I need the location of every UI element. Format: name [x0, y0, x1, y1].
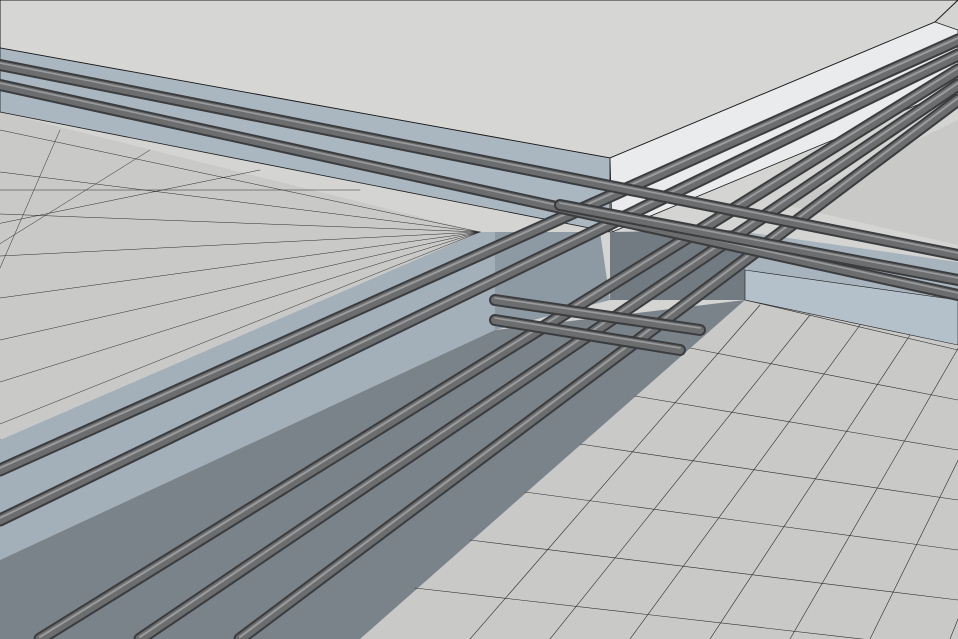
sketchup-viewport[interactable] — [0, 0, 958, 639]
3d-model-view — [0, 0, 958, 639]
